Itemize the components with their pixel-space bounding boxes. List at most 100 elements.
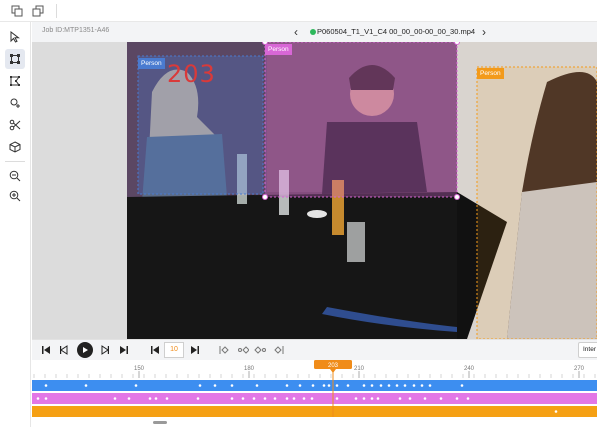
keyframe-dot[interactable] (134, 384, 138, 387)
bbox-label-person-pink[interactable]: Person (265, 44, 292, 55)
keypoint-add-icon[interactable] (5, 93, 25, 113)
keyframe-dot[interactable] (127, 397, 131, 400)
keyframe-dot[interactable] (346, 384, 350, 387)
keyframe-dot[interactable] (398, 397, 402, 400)
frame-number-input[interactable]: 10 (164, 342, 184, 358)
play-icon[interactable] (77, 342, 93, 358)
keyframe-dot[interactable] (376, 397, 380, 400)
video-header: Job ID:MTP1351-A46 ‹ P060504_T1_V1_C4 00… (32, 22, 597, 42)
pink-track[interactable] (32, 393, 597, 404)
keyframe-dot[interactable] (554, 410, 558, 413)
bbox-label-person-blue[interactable]: Person (138, 58, 165, 69)
keyframe-dot[interactable] (213, 384, 217, 387)
zoom-in-icon[interactable] (5, 186, 25, 206)
keyframe-dot[interactable] (423, 397, 427, 400)
cube-icon[interactable] (5, 137, 25, 157)
keyframe-dot[interactable] (387, 384, 391, 387)
step-back-icon[interactable] (57, 343, 71, 357)
prev-interp-2-icon[interactable] (236, 343, 250, 357)
keyframe-dot[interactable] (230, 384, 234, 387)
keyframe-dot[interactable] (408, 397, 412, 400)
step-forward-icon[interactable] (98, 343, 112, 357)
keyframe-dot[interactable] (362, 384, 366, 387)
keyframe-dot[interactable] (327, 384, 331, 387)
keyframe-dot[interactable] (354, 397, 358, 400)
topbar-divider (56, 4, 57, 18)
keyframe-dot[interactable] (298, 384, 302, 387)
keyframe-dot[interactable] (420, 384, 424, 387)
annotation-canvas[interactable]: Person 203 Person Person (32, 42, 597, 339)
keyframe-dot[interactable] (263, 397, 267, 400)
chevron-left-icon[interactable]: ‹ (289, 24, 303, 40)
keyframe-dot[interactable] (241, 397, 245, 400)
blue-track[interactable] (32, 380, 597, 391)
keyframe-dot[interactable] (196, 397, 200, 400)
keyframe-dot[interactable] (370, 384, 374, 387)
status-dot (310, 29, 316, 35)
keyframe-dot[interactable] (252, 397, 256, 400)
keyframe-dot[interactable] (322, 384, 326, 387)
ruler-tick-label: 240 (464, 366, 475, 372)
keyframe-dot[interactable] (412, 384, 416, 387)
timeline-scrollbar[interactable] (153, 421, 167, 424)
skip-to-end-icon[interactable] (117, 343, 131, 357)
keyframe-dot[interactable] (403, 384, 407, 387)
keyframe-dot[interactable] (292, 397, 296, 400)
bbox-label-person-orange[interactable]: Person (477, 68, 504, 79)
keyframe-dot[interactable] (302, 397, 306, 400)
keyframe-dot[interactable] (362, 397, 366, 400)
keyframe-dot[interactable] (165, 397, 169, 400)
timeline[interactable]: 150 180 210 240 270 203 (32, 360, 597, 427)
ruler-tick-label: 180 (244, 366, 255, 372)
keyframe-dot[interactable] (273, 397, 277, 400)
keyframe-dot[interactable] (395, 384, 399, 387)
keyframe-dot[interactable] (230, 397, 234, 400)
keyframe-dot[interactable] (311, 384, 315, 387)
chevron-right-icon[interactable]: › (477, 24, 491, 40)
prev-interp-icon[interactable] (218, 343, 232, 357)
keyframe-dot[interactable] (310, 397, 314, 400)
keyframe-dot[interactable] (44, 384, 48, 387)
ruler-tick-label: 150 (134, 366, 145, 372)
keyframe-dot[interactable] (335, 397, 339, 400)
keyframe-dot[interactable] (285, 397, 289, 400)
keyframe-dot[interactable] (335, 384, 339, 387)
copy-icon[interactable] (8, 2, 26, 20)
playback-controls: 10 Inter (32, 339, 597, 360)
polygon-icon[interactable] (5, 71, 25, 91)
keyframe-dot[interactable] (113, 397, 117, 400)
keyframe-dot[interactable] (154, 397, 158, 400)
keyframe-dot[interactable] (460, 384, 464, 387)
keyframe-dot[interactable] (255, 384, 259, 387)
playhead-frame-label: 203 (328, 363, 339, 369)
keyframe-dot[interactable] (44, 397, 48, 400)
track-id-label: 203 (167, 60, 216, 88)
top-bar (0, 0, 597, 22)
timeline-canvas[interactable]: 150 180 210 240 270 203 (32, 360, 597, 427)
keyframe-dot[interactable] (36, 397, 40, 400)
video-frame: Person 203 Person Person (127, 42, 597, 339)
keyframe-dot[interactable] (285, 384, 289, 387)
next-interp-2-icon[interactable] (271, 343, 285, 357)
keyframe-dot[interactable] (439, 397, 443, 400)
cursor-icon[interactable] (5, 27, 25, 47)
orange-track[interactable] (32, 406, 597, 417)
video-filename: P060504_T1_V1_C4 00_00_00-00_00_30.mp4 (317, 27, 476, 36)
next-keyframe-icon[interactable] (188, 343, 202, 357)
prev-keyframe-icon[interactable] (148, 343, 162, 357)
keyframe-dot[interactable] (455, 397, 459, 400)
bounding-box-icon[interactable] (5, 49, 25, 69)
next-interp-icon[interactable] (253, 343, 267, 357)
keyframe-dot[interactable] (379, 384, 383, 387)
keyframe-dot[interactable] (198, 384, 202, 387)
keyframe-dot[interactable] (148, 397, 152, 400)
scissors-icon[interactable] (5, 115, 25, 135)
keyframe-dot[interactable] (428, 384, 432, 387)
interpolation-dropdown[interactable]: Inter (578, 342, 597, 358)
keyframe-dot[interactable] (84, 384, 88, 387)
keyframe-dot[interactable] (370, 397, 374, 400)
skip-to-start-icon[interactable] (39, 343, 53, 357)
keyframe-dot[interactable] (466, 397, 470, 400)
duplicate-icon[interactable] (29, 2, 47, 20)
zoom-out-icon[interactable] (5, 166, 25, 186)
